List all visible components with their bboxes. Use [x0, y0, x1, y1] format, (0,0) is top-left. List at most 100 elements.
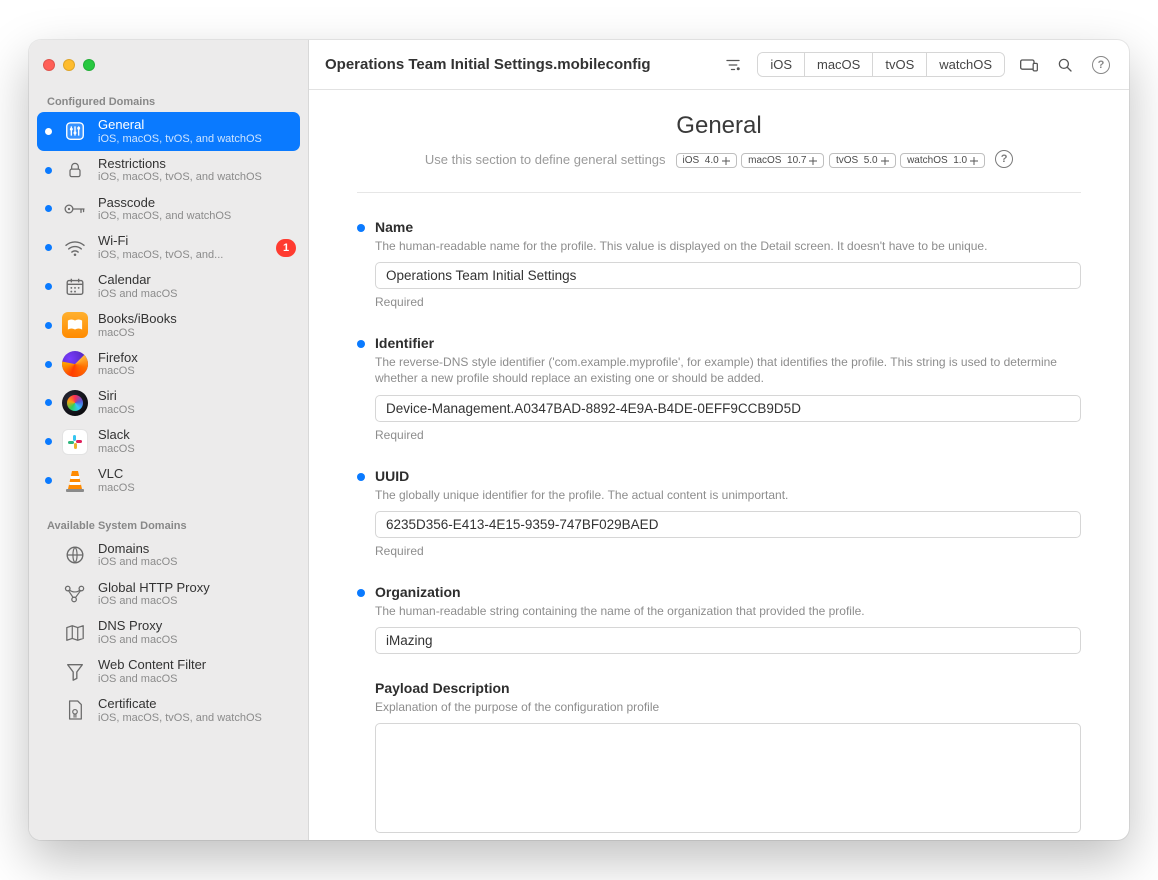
- sidebar-item-text: Wi-Fi iOS, macOS, tvOS, and...: [98, 233, 266, 262]
- window-root: Configured Domains General iOS, macOS, t…: [29, 40, 1129, 840]
- platform-pill-tvos[interactable]: tvOS: [873, 53, 927, 76]
- sidebar-item-vlc[interactable]: VLC macOS: [29, 461, 308, 500]
- sidebar-item-subtitle: iOS and macOS: [98, 673, 296, 686]
- field-description: The reverse-DNS style identifier ('com.e…: [375, 354, 1081, 386]
- slack-app-icon: [62, 429, 88, 455]
- sidebar-item-books-ibooks[interactable]: Books/iBooks macOS: [29, 306, 308, 345]
- funnel-icon: [62, 659, 88, 685]
- platform-filter-group: iOS macOS tvOS watchOS: [757, 52, 1005, 77]
- sidebar-item-title: Firefox: [98, 350, 296, 366]
- calendar-icon: [62, 274, 88, 300]
- platform-chip-watchos[interactable]: watchOS 1.0: [900, 153, 985, 168]
- organization-input[interactable]: [375, 627, 1081, 654]
- globe-icon: [62, 542, 88, 568]
- map-icon: [62, 620, 88, 646]
- identifier-input[interactable]: [375, 395, 1081, 422]
- window-zoom-button[interactable]: [83, 59, 95, 71]
- sidebar-item-subtitle: macOS: [98, 482, 296, 495]
- filter-icon[interactable]: [721, 53, 745, 77]
- sidebar-item-title: General: [98, 117, 288, 133]
- sidebar-item-title: Siri: [98, 388, 296, 404]
- status-dot: [45, 167, 52, 174]
- field-indicator: [357, 684, 365, 692]
- field-description: The human-readable string containing the…: [375, 603, 1081, 619]
- sidebar-item-general[interactable]: General iOS, macOS, tvOS, and watchOS: [37, 112, 300, 151]
- platform-pill-ios[interactable]: iOS: [758, 53, 805, 76]
- field-description: The human-readable name for the profile.…: [375, 238, 1081, 254]
- sidebar-item-subtitle: iOS, macOS, tvOS, and watchOS: [98, 712, 296, 725]
- window-title: Operations Team Initial Settings.mobilec…: [325, 56, 651, 73]
- sidebar-item-web-content-filter[interactable]: Web Content Filter iOS and macOS: [29, 652, 308, 691]
- status-dot: [45, 205, 52, 212]
- name-input[interactable]: [375, 262, 1081, 289]
- platform-pill-watchos[interactable]: watchOS: [927, 53, 1004, 76]
- key-icon: [62, 196, 88, 222]
- payload_description-input[interactable]: [375, 723, 1081, 833]
- sidebar-item-subtitle: iOS, macOS, tvOS, and...: [98, 249, 266, 262]
- status-dot: [45, 244, 52, 251]
- sidebar-item-restrictions[interactable]: Restrictions iOS, macOS, tvOS, and watch…: [29, 151, 308, 190]
- sidebar-item-global-http-proxy[interactable]: Global HTTP Proxy iOS and macOS: [29, 575, 308, 614]
- info-button[interactable]: ?: [995, 150, 1013, 168]
- sidebar-item-firefox[interactable]: Firefox macOS: [29, 345, 308, 384]
- sidebar-item-calendar[interactable]: Calendar iOS and macOS: [29, 267, 308, 306]
- sidebar-item-subtitle: macOS: [98, 365, 296, 378]
- sidebar-item-text: VLC macOS: [98, 466, 296, 495]
- sidebar-item-subtitle: iOS and macOS: [98, 595, 296, 608]
- vlc-app-icon: [62, 467, 88, 493]
- sidebar-item-subtitle: macOS: [98, 327, 296, 340]
- help-icon[interactable]: ?: [1089, 53, 1113, 77]
- sidebar-item-domains[interactable]: Domains iOS and macOS: [29, 536, 308, 575]
- page-subtitle-row: Use this section to define general setti…: [357, 150, 1081, 168]
- status-dot: [45, 477, 52, 484]
- field-name: Name The human-readable name for the pro…: [357, 219, 1081, 309]
- sidebar-item-dns-proxy[interactable]: DNS Proxy iOS and macOS: [29, 613, 308, 652]
- sidebar-item-slack[interactable]: Slack macOS: [29, 422, 308, 461]
- sidebar-item-text: Calendar iOS and macOS: [98, 272, 296, 301]
- device-icon[interactable]: [1017, 53, 1041, 77]
- sidebar-item-title: Books/iBooks: [98, 311, 296, 327]
- field-label: Name: [375, 219, 413, 235]
- window-traffic-lights: [29, 40, 308, 90]
- field-indicator: [357, 589, 365, 597]
- sidebar-item-title: Slack: [98, 427, 296, 443]
- sidebar-item-wi-fi[interactable]: Wi-Fi iOS, macOS, tvOS, and... 1: [29, 228, 308, 267]
- badge: 1: [276, 239, 296, 257]
- required-label: Required: [375, 428, 1081, 442]
- wifi-icon: [62, 235, 88, 261]
- sidebar-item-subtitle: iOS and macOS: [98, 634, 296, 647]
- status-dot: [45, 552, 52, 559]
- page-title: General: [357, 112, 1081, 140]
- field-indicator: [357, 340, 365, 348]
- uuid-input[interactable]: [375, 511, 1081, 538]
- platform-pill-macos[interactable]: macOS: [805, 53, 873, 76]
- sidebar-scroll[interactable]: Configured Domains General iOS, macOS, t…: [29, 90, 308, 840]
- platform-chip-macos[interactable]: macOS 10.7: [741, 153, 824, 168]
- sidebar-item-passcode[interactable]: Passcode iOS, macOS, and watchOS: [29, 190, 308, 229]
- sidebar-item-text: Global HTTP Proxy iOS and macOS: [98, 580, 296, 609]
- sidebar-item-title: Certificate: [98, 696, 296, 712]
- sidebar-item-subtitle: macOS: [98, 443, 296, 456]
- sidebar-section-available: Available System Domains: [29, 514, 308, 536]
- sidebar-item-text: DNS Proxy iOS and macOS: [98, 618, 296, 647]
- status-dot: [45, 283, 52, 290]
- content-scroll[interactable]: General Use this section to define gener…: [309, 90, 1129, 840]
- window-close-button[interactable]: [43, 59, 55, 71]
- status-dot: [45, 361, 52, 368]
- window-minimize-button[interactable]: [63, 59, 75, 71]
- platform-chip-ios[interactable]: iOS 4.0: [676, 153, 737, 168]
- search-icon[interactable]: [1053, 53, 1077, 77]
- sidebar-item-subtitle: iOS, macOS, and watchOS: [98, 210, 296, 223]
- field-label: UUID: [375, 468, 409, 484]
- field-identifier: Identifier The reverse-DNS style identif…: [357, 335, 1081, 441]
- sidebar-item-certificate[interactable]: Certificate iOS, macOS, tvOS, and watchO…: [29, 691, 308, 730]
- sidebar-item-text: Slack macOS: [98, 427, 296, 456]
- status-dot: [45, 399, 52, 406]
- field-label: Identifier: [375, 335, 434, 351]
- platform-chip-tvos[interactable]: tvOS 5.0: [829, 153, 896, 168]
- sidebar-item-title: VLC: [98, 466, 296, 482]
- field-label: Payload Description: [375, 680, 510, 696]
- toolbar: Operations Team Initial Settings.mobilec…: [309, 40, 1129, 90]
- sidebar-item-siri[interactable]: Siri macOS: [29, 383, 308, 422]
- required-label: Required: [375, 544, 1081, 558]
